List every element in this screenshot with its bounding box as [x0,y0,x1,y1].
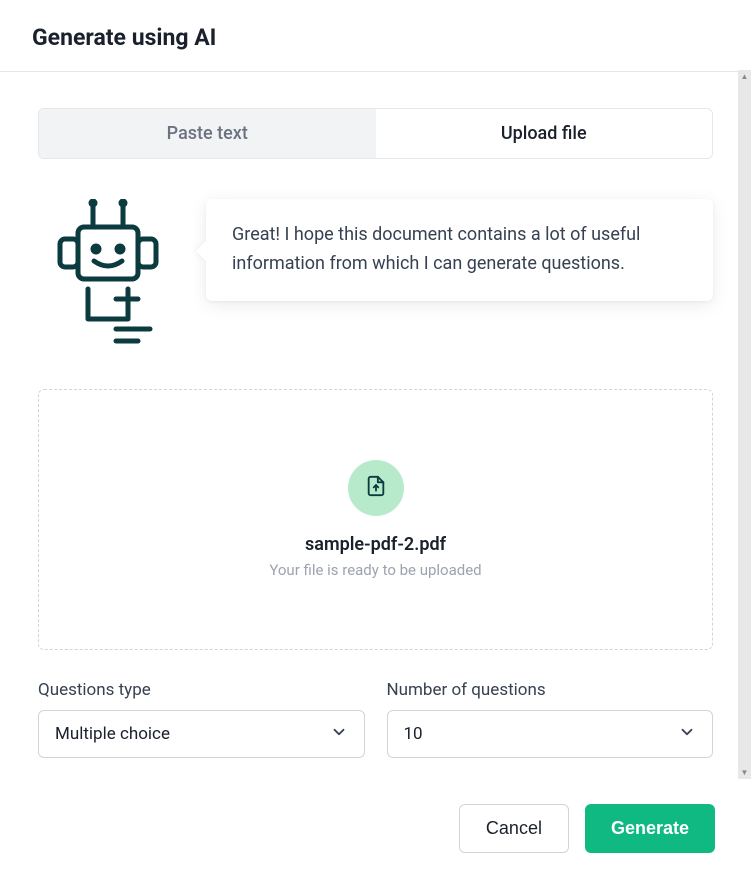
tab-paste-text[interactable]: Paste text [39,109,376,158]
num-questions-label: Number of questions [387,680,714,700]
uploaded-file-name: sample-pdf-2.pdf [59,534,692,555]
chevron-down-icon [330,723,348,745]
bot-speech-bubble: Great! I hope this document contains a l… [206,199,713,301]
robot-icon [38,199,178,353]
bot-message-row: Great! I hope this document contains a l… [38,199,713,353]
file-upload-icon [365,475,387,501]
generate-ai-modal: Generate using AI ▲ ▼ Paste text Upload … [0,0,751,879]
questions-type-select[interactable]: Multiple choice [38,710,365,758]
modal-header: Generate using AI [0,0,751,72]
form-row: Questions type Multiple choice Number of… [38,680,713,758]
cancel-button[interactable]: Cancel [459,804,569,853]
chevron-down-icon [678,723,696,745]
num-questions-select[interactable]: 10 [387,710,714,758]
tabs: Paste text Upload file [38,108,713,159]
upload-status-text: Your file is ready to be uploaded [59,561,692,579]
num-questions-value: 10 [404,724,679,744]
modal-footer: Cancel Generate [0,782,751,879]
questions-type-label: Questions type [38,680,365,700]
bot-message-text: Great! I hope this document contains a l… [232,224,640,274]
generate-button[interactable]: Generate [585,804,715,853]
modal-body: Paste text Upload file [0,72,751,782]
modal-title: Generate using AI [32,24,719,51]
upload-icon-circle [348,460,404,516]
upload-dropzone[interactable]: sample-pdf-2.pdf Your file is ready to b… [38,389,713,650]
num-questions-group: Number of questions 10 [387,680,714,758]
questions-type-group: Questions type Multiple choice [38,680,365,758]
questions-type-value: Multiple choice [55,724,330,744]
tab-upload-file[interactable]: Upload file [376,109,713,158]
